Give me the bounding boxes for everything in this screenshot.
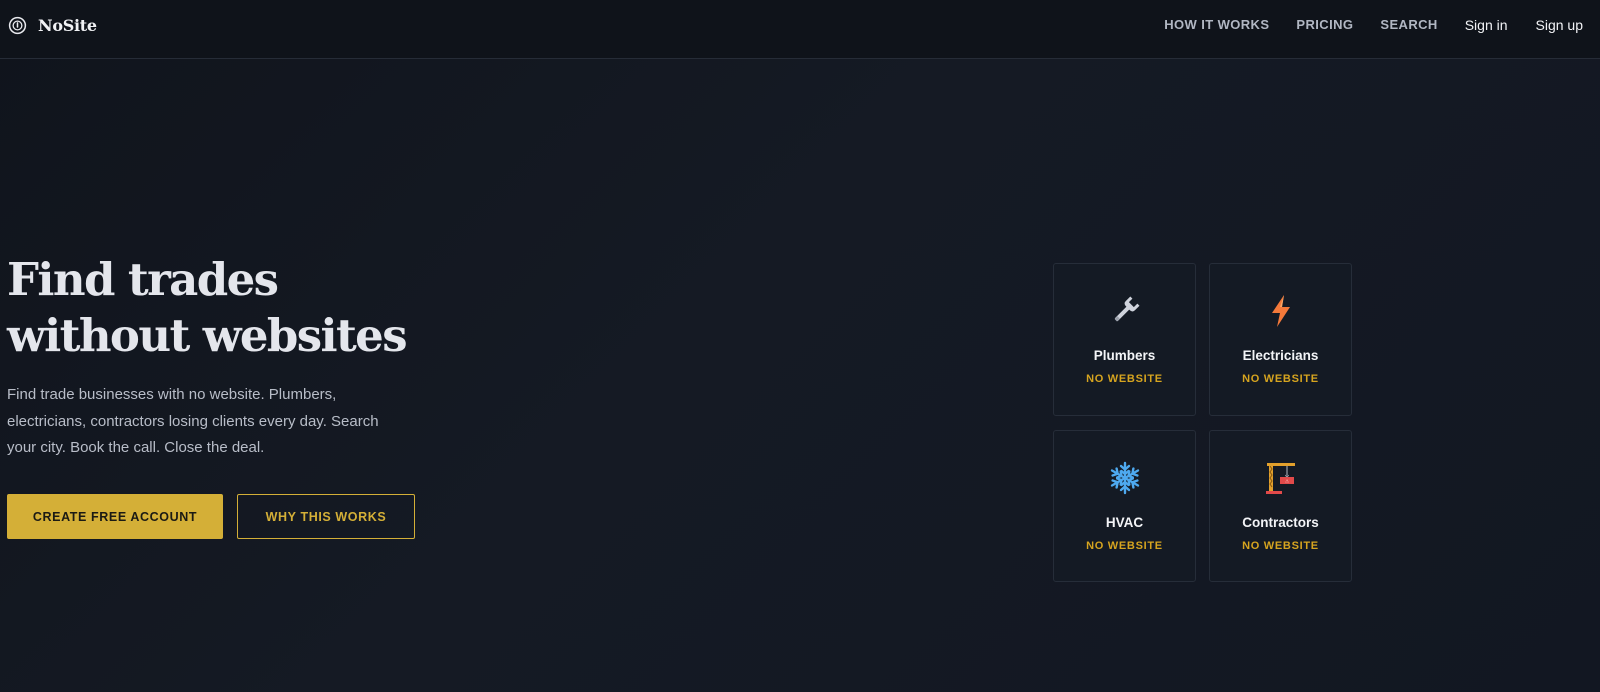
trade-card-plumbers[interactable]: Plumbers NO WEBSITE <box>1053 263 1196 416</box>
sign-up-link[interactable]: Sign up <box>1536 17 1583 33</box>
nav-link-how-it-works[interactable]: HOW IT WORKS <box>1164 17 1269 33</box>
lightning-icon <box>1271 295 1290 327</box>
top-navigation-bar: NoSite HOW IT WORKS PRICING SEARCH Sign … <box>0 0 1600 59</box>
trade-card-contractors[interactable]: ⚠ Contractors NO WEBSITE <box>1209 430 1352 582</box>
main-navigation: HOW IT WORKS PRICING SEARCH Sign in Sign… <box>1164 17 1583 33</box>
no-website-tag: NO WEBSITE <box>1086 540 1163 552</box>
sign-in-link[interactable]: Sign in <box>1465 17 1508 33</box>
trade-card-title: HVAC <box>1105 515 1144 530</box>
hero-subtitle: Find trade businesses with no website. P… <box>7 386 379 456</box>
circle-badge-icon <box>8 16 27 34</box>
why-this-works-button[interactable]: WHY THIS WORKS <box>237 494 415 539</box>
nav-link-search[interactable]: SEARCH <box>1380 17 1437 33</box>
no-website-tag: NO WEBSITE <box>1242 373 1319 385</box>
trade-card-title: Plumbers <box>1093 348 1156 363</box>
hero-title-line-1: Find trades <box>7 253 279 306</box>
brand-logo-link[interactable]: NoSite <box>8 15 97 35</box>
no-website-tag: NO WEBSITE <box>1242 540 1319 552</box>
nav-link-pricing[interactable]: PRICING <box>1296 17 1353 33</box>
no-website-tag: NO WEBSITE <box>1086 373 1163 385</box>
trade-card-title: Contractors <box>1242 515 1319 530</box>
wrench-icon <box>1114 296 1139 322</box>
trade-card-electricians[interactable]: Electricians NO WEBSITE <box>1209 263 1352 416</box>
hero-title-line-2: without websites <box>7 309 408 362</box>
create-free-account-button[interactable]: CREATE FREE ACCOUNT <box>7 494 223 539</box>
crane-icon: ⚠ <box>1265 463 1295 494</box>
hero-title: Find trades without websites <box>7 252 427 364</box>
page: NoSite HOW IT WORKS PRICING SEARCH Sign … <box>0 0 1600 692</box>
snowflake-icon <box>1110 461 1139 495</box>
trade-card-hvac[interactable]: HVAC NO WEBSITE <box>1053 430 1196 582</box>
trade-card-title: Electricians <box>1242 348 1319 363</box>
brand-name: NoSite <box>38 15 97 35</box>
